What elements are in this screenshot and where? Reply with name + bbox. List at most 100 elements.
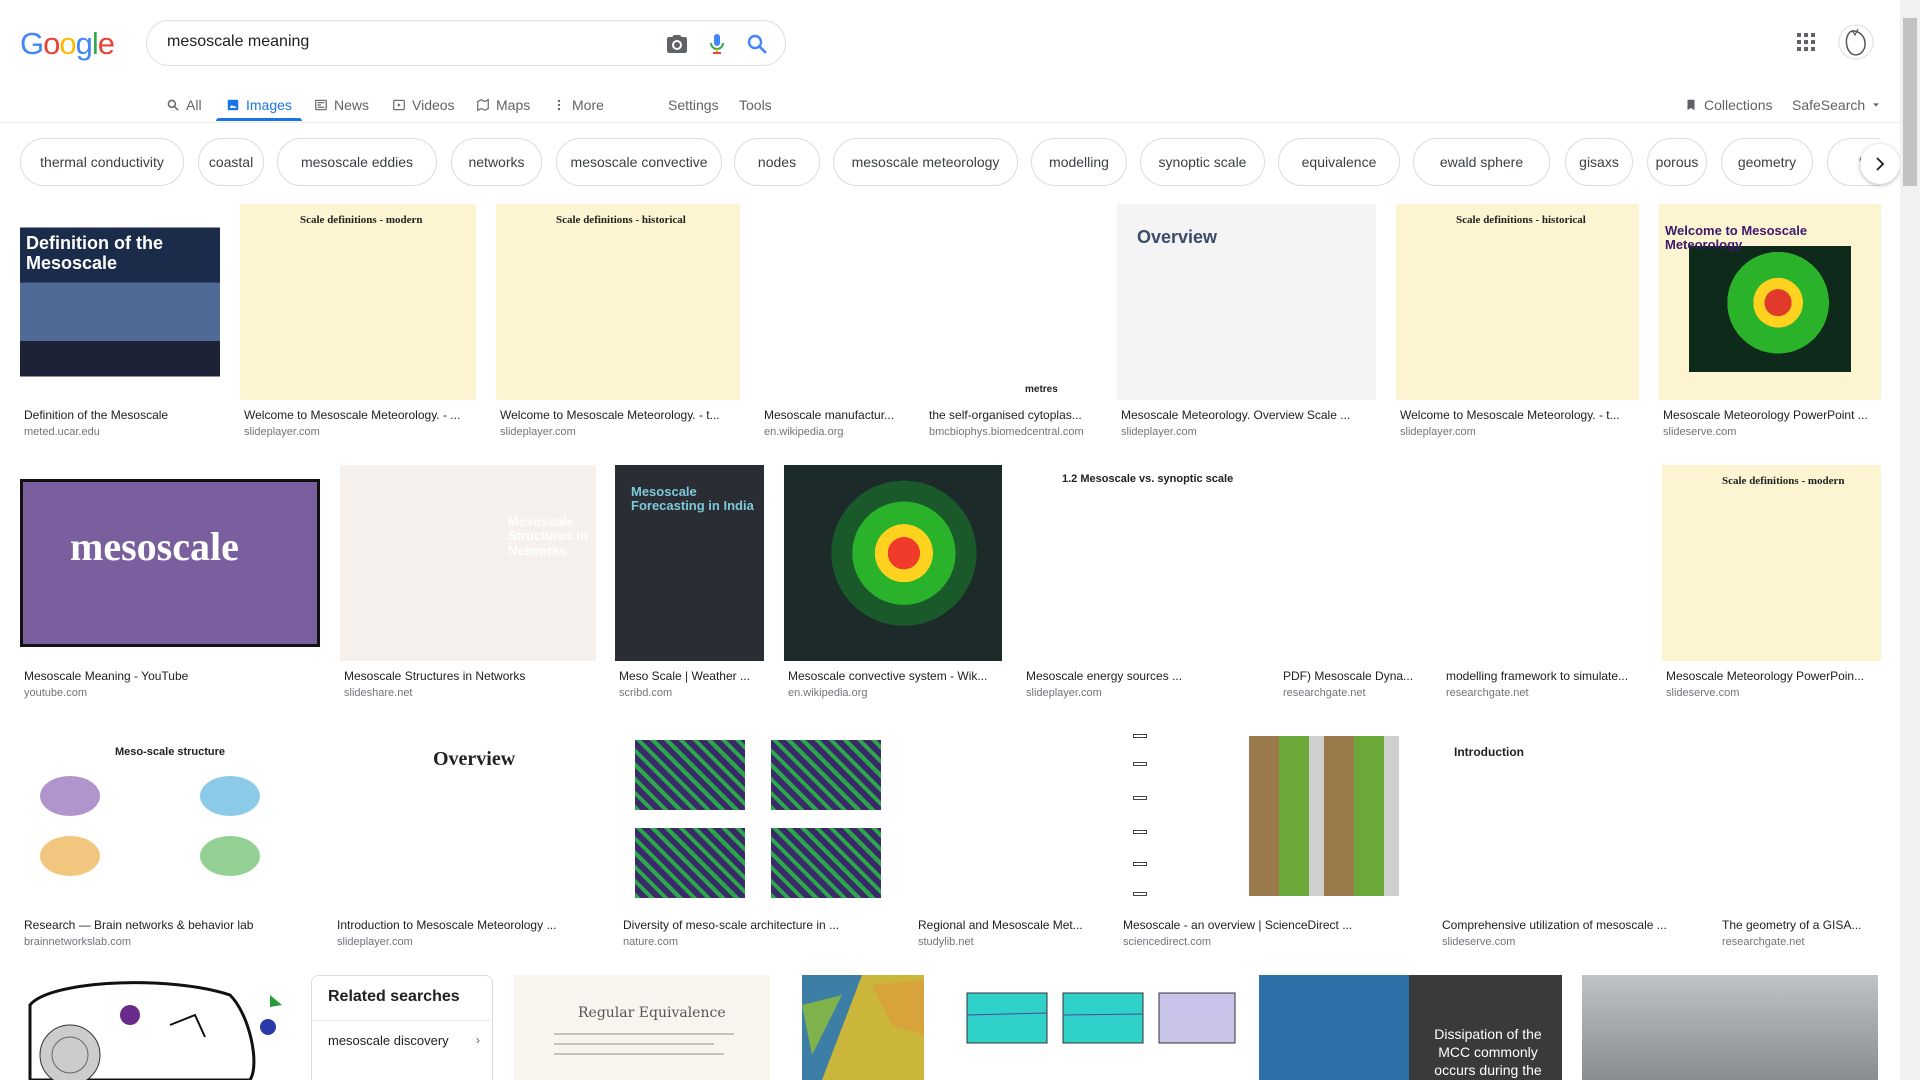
chip[interactable]: synoptic scale bbox=[1140, 138, 1265, 186]
chip[interactable]: networks bbox=[451, 138, 542, 186]
google-logo[interactable]: Google bbox=[20, 26, 115, 62]
result-title[interactable]: Regional and Mesoscale Met... bbox=[918, 918, 1098, 932]
chips-next-button[interactable] bbox=[1860, 144, 1900, 184]
chip[interactable]: mesoscale eddies bbox=[277, 138, 437, 186]
thumb-text: Introduction bbox=[1454, 745, 1524, 759]
chip[interactable]: nodes bbox=[734, 138, 820, 186]
result-title[interactable]: The geometry of a GISA... bbox=[1722, 918, 1879, 932]
dropdown-arrow-icon bbox=[1873, 103, 1880, 107]
collections-link[interactable]: Collections bbox=[1684, 90, 1772, 120]
chip[interactable]: geometry bbox=[1721, 138, 1813, 186]
chip[interactable]: porous bbox=[1647, 138, 1707, 186]
result-title[interactable]: Mesoscale Meaning - YouTube bbox=[24, 669, 318, 683]
chip[interactable]: ewald sphere bbox=[1413, 138, 1550, 186]
result-title[interactable]: Mesoscale convective system - Wik... bbox=[788, 669, 1000, 683]
result-title[interactable]: Mesoscale Meteorology PowerPoin... bbox=[1666, 669, 1879, 683]
page-scrollbar[interactable] bbox=[1900, 0, 1920, 1080]
scrollbar-thumb[interactable] bbox=[1903, 18, 1917, 186]
result-thumbnail: Regular Equivalence bbox=[514, 975, 770, 1080]
result-title[interactable]: Comprehensive utilization of mesoscale .… bbox=[1442, 918, 1696, 932]
result-title[interactable]: Mesoscale Structures in Networks bbox=[344, 669, 594, 683]
chip[interactable]: thermal conductivity bbox=[20, 138, 184, 186]
image-result[interactable]: Overview Introduction to Mesoscale Meteor… bbox=[333, 726, 599, 954]
image-result[interactable]: Scale definitions - modern Welcome to Mes… bbox=[240, 204, 476, 444]
image-result[interactable]: Mesoscale manufactur... en.wikipedia.org bbox=[760, 204, 904, 444]
image-result[interactable]: Scale definitions - historical Welcome to… bbox=[1396, 204, 1639, 444]
thumb-text: Scale definitions - historical bbox=[556, 214, 686, 226]
image-result[interactable]: Overview Mesoscale Meteorology. Overview … bbox=[1117, 204, 1376, 444]
result-title[interactable]: Mesoscale manufactur... bbox=[764, 408, 902, 422]
tab-images[interactable]: Images bbox=[226, 90, 292, 120]
result-title[interactable]: Meso Scale | Weather ... bbox=[619, 669, 762, 683]
settings-link[interactable]: Settings bbox=[668, 90, 719, 120]
image-result[interactable]: mesoscale Mesoscale Meaning - YouTube yout… bbox=[20, 465, 320, 705]
image-result[interactable]: 1.2 Mesoscale vs. synoptic scale Mesoscal… bbox=[1022, 465, 1258, 705]
related-search-item[interactable]: mesoscale discovery › bbox=[312, 1020, 492, 1060]
tab-more[interactable]: More bbox=[552, 90, 604, 120]
result-thumbnail: Dissipation of the MCC commonly occurs d… bbox=[1259, 975, 1562, 1080]
result-source: bmcbiophys.biomedcentral.com bbox=[929, 426, 1084, 438]
camera-icon[interactable] bbox=[665, 32, 689, 56]
result-title[interactable]: Introduction to Mesoscale Meteorology ..… bbox=[337, 918, 597, 932]
result-title[interactable]: the self-organised cytoplas... bbox=[929, 408, 1093, 422]
image-result[interactable]: metres the self-organised cytoplas... bmcb… bbox=[925, 204, 1095, 444]
result-title[interactable]: Welcome to Mesoscale Meteorology. - t... bbox=[500, 408, 738, 422]
image-result[interactable]: Diversity of meso-scale architecture in … bbox=[619, 726, 893, 954]
image-icon bbox=[227, 99, 239, 111]
result-title[interactable]: Diversity of meso-scale architecture in … bbox=[623, 918, 891, 932]
result-title[interactable]: Definition of the Mesoscale bbox=[24, 408, 218, 422]
microphone-icon[interactable] bbox=[705, 32, 729, 56]
tab-videos-label: Videos bbox=[412, 97, 455, 113]
newspaper-icon bbox=[315, 99, 327, 111]
chip[interactable]: modelling bbox=[1031, 138, 1127, 186]
thumb-text: Scale definitions - modern bbox=[1722, 475, 1845, 487]
image-result[interactable]: Mesoscale convective system - Wik... en.w… bbox=[784, 465, 1002, 705]
image-result[interactable]: Mesoscale Structures in Networks Mesoscal… bbox=[340, 465, 596, 705]
image-result[interactable]: modelling framework to simulate... resear… bbox=[1442, 465, 1642, 705]
result-title[interactable]: PDF) Mesoscale Dyna... bbox=[1283, 669, 1421, 683]
image-result[interactable]: Welcome to Mesoscale Meteorology Mesoscal… bbox=[1659, 204, 1881, 444]
chip[interactable]: mesoscale convective bbox=[556, 138, 722, 186]
chip[interactable]: equivalence bbox=[1278, 138, 1400, 186]
thumb-text: Overview bbox=[1137, 227, 1218, 247]
result-title[interactable]: Mesoscale Meteorology. Overview Scale ..… bbox=[1121, 408, 1374, 422]
image-result[interactable]: Mesoscale - an overview | ScienceDirect … bbox=[1119, 726, 1418, 954]
result-title[interactable]: Mesoscale energy sources ... bbox=[1026, 669, 1256, 683]
result-thumbnail bbox=[1442, 465, 1642, 661]
result-thumbnail bbox=[1279, 465, 1423, 661]
tab-all[interactable]: All bbox=[166, 90, 202, 120]
result-title[interactable]: Welcome to Mesoscale Meteorology. - ... bbox=[244, 408, 474, 422]
thumb-text: Scale definitions - modern bbox=[300, 214, 423, 226]
image-result[interactable]: Mesoscale Forecasting in India Meso Scale… bbox=[615, 465, 764, 705]
search-input[interactable] bbox=[167, 33, 647, 51]
safesearch-menu[interactable]: SafeSearch bbox=[1792, 90, 1881, 120]
account-avatar[interactable] bbox=[1838, 24, 1874, 60]
result-thumbnail bbox=[784, 465, 1002, 661]
apps-grid-icon[interactable] bbox=[1796, 32, 1816, 52]
result-thumbnail bbox=[1718, 726, 1881, 910]
search-icon[interactable] bbox=[745, 32, 769, 56]
chip[interactable]: mesoscale meteorology bbox=[833, 138, 1018, 186]
tab-maps[interactable]: Maps bbox=[476, 90, 530, 120]
chip[interactable]: coastal bbox=[198, 138, 264, 186]
result-title[interactable]: Mesoscale Meteorology PowerPoint ... bbox=[1663, 408, 1879, 422]
tab-images-label: Images bbox=[246, 97, 292, 113]
image-result[interactable]: Introduction Comprehensive utilization of… bbox=[1438, 726, 1698, 954]
image-result[interactable]: Regional and Mesoscale Met... studylib.ne… bbox=[914, 726, 1100, 954]
image-result[interactable]: Meso-scale structure Research — Brain net… bbox=[20, 726, 312, 954]
tab-videos[interactable]: Videos bbox=[392, 90, 455, 120]
search-box bbox=[146, 20, 786, 66]
chip[interactable]: gisaxs bbox=[1565, 138, 1633, 186]
image-result[interactable]: The geometry of a GISA... researchgate.ne… bbox=[1718, 726, 1881, 954]
image-result[interactable]: Scale definitions - historical Welcome to… bbox=[496, 204, 740, 444]
result-title[interactable]: Research — Brain networks & behavior lab bbox=[24, 918, 310, 932]
result-title[interactable]: Welcome to Mesoscale Meteorology. - t... bbox=[1400, 408, 1637, 422]
result-title[interactable]: Mesoscale - an overview | ScienceDirect … bbox=[1123, 918, 1416, 932]
image-result[interactable]: Scale definitions - modern Mesoscale Mete… bbox=[1662, 465, 1881, 705]
result-title[interactable]: modelling framework to simulate... bbox=[1446, 669, 1640, 683]
image-result[interactable]: PDF) Mesoscale Dyna... researchgate.net bbox=[1279, 465, 1423, 705]
tools-link[interactable]: Tools bbox=[739, 90, 772, 120]
image-result[interactable]: Definition of the Mesoscale Definition of… bbox=[20, 204, 220, 444]
thumb-text: metres bbox=[1025, 384, 1058, 395]
tab-news[interactable]: News bbox=[314, 90, 369, 120]
